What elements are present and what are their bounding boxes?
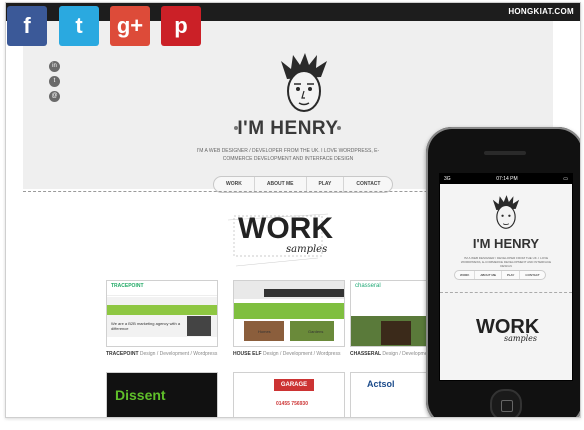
garage-phone: 01455 756930 [276, 401, 308, 407]
house-elf-homes-label: Homes [258, 329, 271, 334]
phone-divider [440, 292, 572, 293]
portfolio-item-house-elf[interactable]: Homes Gardens HOUSE ELF Design / Develop… [233, 280, 345, 357]
work-heading-text: WORK [238, 212, 333, 245]
twitter-icon: t [75, 13, 83, 38]
tracepoint-thumbnail[interactable]: TRACEPOINT We are a B2B marketing agency… [106, 280, 218, 347]
twitter-small-icon[interactable]: t [49, 76, 60, 87]
portfolio-tags: Design / Development / Wordpress [139, 351, 218, 357]
carrier-label: 3G [444, 176, 451, 182]
phone-hero-description: I'M A WEB DESIGNER / DEVELOPER FROM THE … [460, 256, 552, 268]
portfolio-tags: Design / Development / Wordpress [263, 351, 341, 357]
linkedin-icon[interactable]: in [49, 61, 60, 72]
nav-play[interactable]: PLAY [307, 177, 345, 192]
side-social-bar: in t @ [49, 61, 60, 106]
phone-speaker [484, 151, 526, 155]
dribbble-icon[interactable]: @ [49, 91, 60, 102]
house-elf-gardens-label: Gardens [308, 329, 324, 334]
battery-icon: ▭ [563, 176, 568, 182]
garage-thumbnail[interactable]: GARAGE 01455 756930 [233, 372, 345, 417]
portfolio-item-tracepoint[interactable]: TRACEPOINT We are a B2B marketing agency… [106, 280, 218, 357]
nav-work[interactable]: WORK [214, 177, 255, 192]
phone-samples-heading: samples [504, 334, 537, 343]
dissent-logo: Dissent [115, 387, 166, 403]
phone-time: 07:14 PM [496, 176, 518, 182]
phone-nav: WORK ABOUT ME PLAY CONTACT [454, 270, 546, 280]
nav-contact[interactable]: CONTACT [344, 177, 392, 192]
phone-nav-play[interactable]: PLAY [502, 271, 521, 279]
portfolio-caption: HOUSE ELF Design / Development / Wordpre… [233, 351, 345, 357]
avatar-illustration [281, 53, 327, 112]
work-samples-heading: WORK samples [227, 210, 333, 268]
facebook-share-button[interactable]: f [7, 6, 47, 46]
tracepoint-logo: TRACEPOINT [107, 281, 217, 296]
brand-label[interactable]: HONGKIAT.COM [508, 7, 574, 16]
pinterest-share-button[interactable]: p [161, 6, 201, 46]
house-elf-thumbnail[interactable]: Homes Gardens [233, 280, 345, 347]
phone-nav-work[interactable]: WORK [455, 271, 476, 279]
twitter-share-button[interactable]: t [59, 6, 99, 46]
portfolio-item-garage[interactable]: GARAGE 01455 756930 [233, 372, 345, 417]
pinterest-icon: p [174, 13, 188, 38]
facebook-icon: f [23, 13, 31, 38]
iphone-mockup: 3G 07:14 PM ▭ I'M HENRY I'M A WEB DESIGN… [426, 127, 580, 417]
browser-frame: HONGKIAT.COM in t @ I'M HENRY I'M A WEB … [5, 2, 581, 418]
phone-hero-title: I'M HENRY [472, 236, 540, 251]
dissent-thumbnail[interactable]: Dissent [106, 372, 218, 417]
samples-heading-text: samples [286, 244, 328, 255]
googleplus-share-button[interactable]: g+ [110, 6, 150, 46]
portfolio-title: TRACEPOINT [106, 351, 139, 357]
portfolio-title: CHASSERAL [350, 351, 382, 357]
phone-home-button[interactable] [490, 389, 522, 417]
phone-nav-contact[interactable]: CONTACT [520, 271, 544, 279]
portfolio-item-dissent[interactable]: Dissent [106, 372, 218, 417]
phone-screen: 3G 07:14 PM ▭ I'M HENRY I'M A WEB DESIGN… [439, 173, 573, 381]
chasseral-logo: chasseral [355, 283, 381, 289]
googleplus-icon: g+ [116, 13, 144, 38]
title-dot-right [337, 126, 341, 130]
phone-avatar-illustration [492, 195, 520, 229]
phone-nav-about-me[interactable]: ABOUT ME [475, 271, 502, 279]
actsol-logo: Actsol [367, 379, 395, 389]
nav-about-me[interactable]: ABOUT ME [255, 177, 307, 192]
hero-description-text: I'M A WEB DESIGNER / DEVELOPER FROM THE … [196, 148, 380, 162]
portfolio-title: HOUSE ELF [233, 351, 262, 357]
garage-logo: GARAGE [274, 379, 314, 391]
portfolio-caption: TRACEPOINT Design / Development / Wordpr… [106, 351, 218, 357]
tracepoint-tagline: We are a B2B marketing agency with a dif… [111, 321, 181, 331]
home-square-icon [501, 400, 513, 412]
phone-status-bar: 3G 07:14 PM ▭ [440, 174, 572, 184]
